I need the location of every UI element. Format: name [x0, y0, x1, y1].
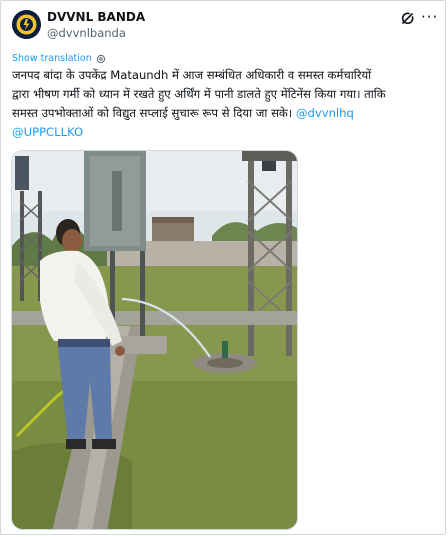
tweet-line-3-text: समस्त उपभोक्ताओं को विद्युत सप्लाई सुचार…	[12, 106, 296, 120]
tweet-text: जनपद बांदा के उपकेंद्र Mataundh में आज स…	[12, 66, 438, 142]
dvvnl-logo-icon	[12, 10, 41, 39]
more-options-button[interactable]: ···	[421, 9, 438, 25]
avatar[interactable]	[12, 10, 41, 39]
substation-photo	[12, 151, 297, 529]
tweet-card[interactable]: DVVNL BANDA @dvvnlbanda ··· Show transla…	[0, 0, 446, 535]
tweet-line-2: द्वारा भीषण गर्मी को ध्यान में रखते हुए …	[12, 87, 386, 101]
tweet-photo[interactable]	[11, 150, 298, 530]
tweet-line-4: @UPPCLLKO	[12, 123, 438, 142]
grok-icon[interactable]	[400, 10, 416, 26]
tweet-line-3: समस्त उपभोक्ताओं को विद्युत सप्लाई सुचार…	[12, 104, 438, 123]
display-name[interactable]: DVVNL BANDA	[47, 10, 145, 25]
show-translation-label[interactable]: Show translation	[12, 53, 92, 64]
user-handle[interactable]: @dvvnlbanda	[47, 26, 126, 40]
mention-link-uppcllko[interactable]: @UPPCLLKO	[12, 125, 83, 139]
show-translation-link[interactable]: Show translation	[12, 53, 106, 64]
tweet-line-1: जनपद बांदा के उपकेंद्र Mataundh में आज स…	[12, 68, 372, 82]
mention-link-dvvnlhq[interactable]: @dvvnlhq	[296, 106, 354, 120]
settings-icon[interactable]	[96, 54, 106, 64]
